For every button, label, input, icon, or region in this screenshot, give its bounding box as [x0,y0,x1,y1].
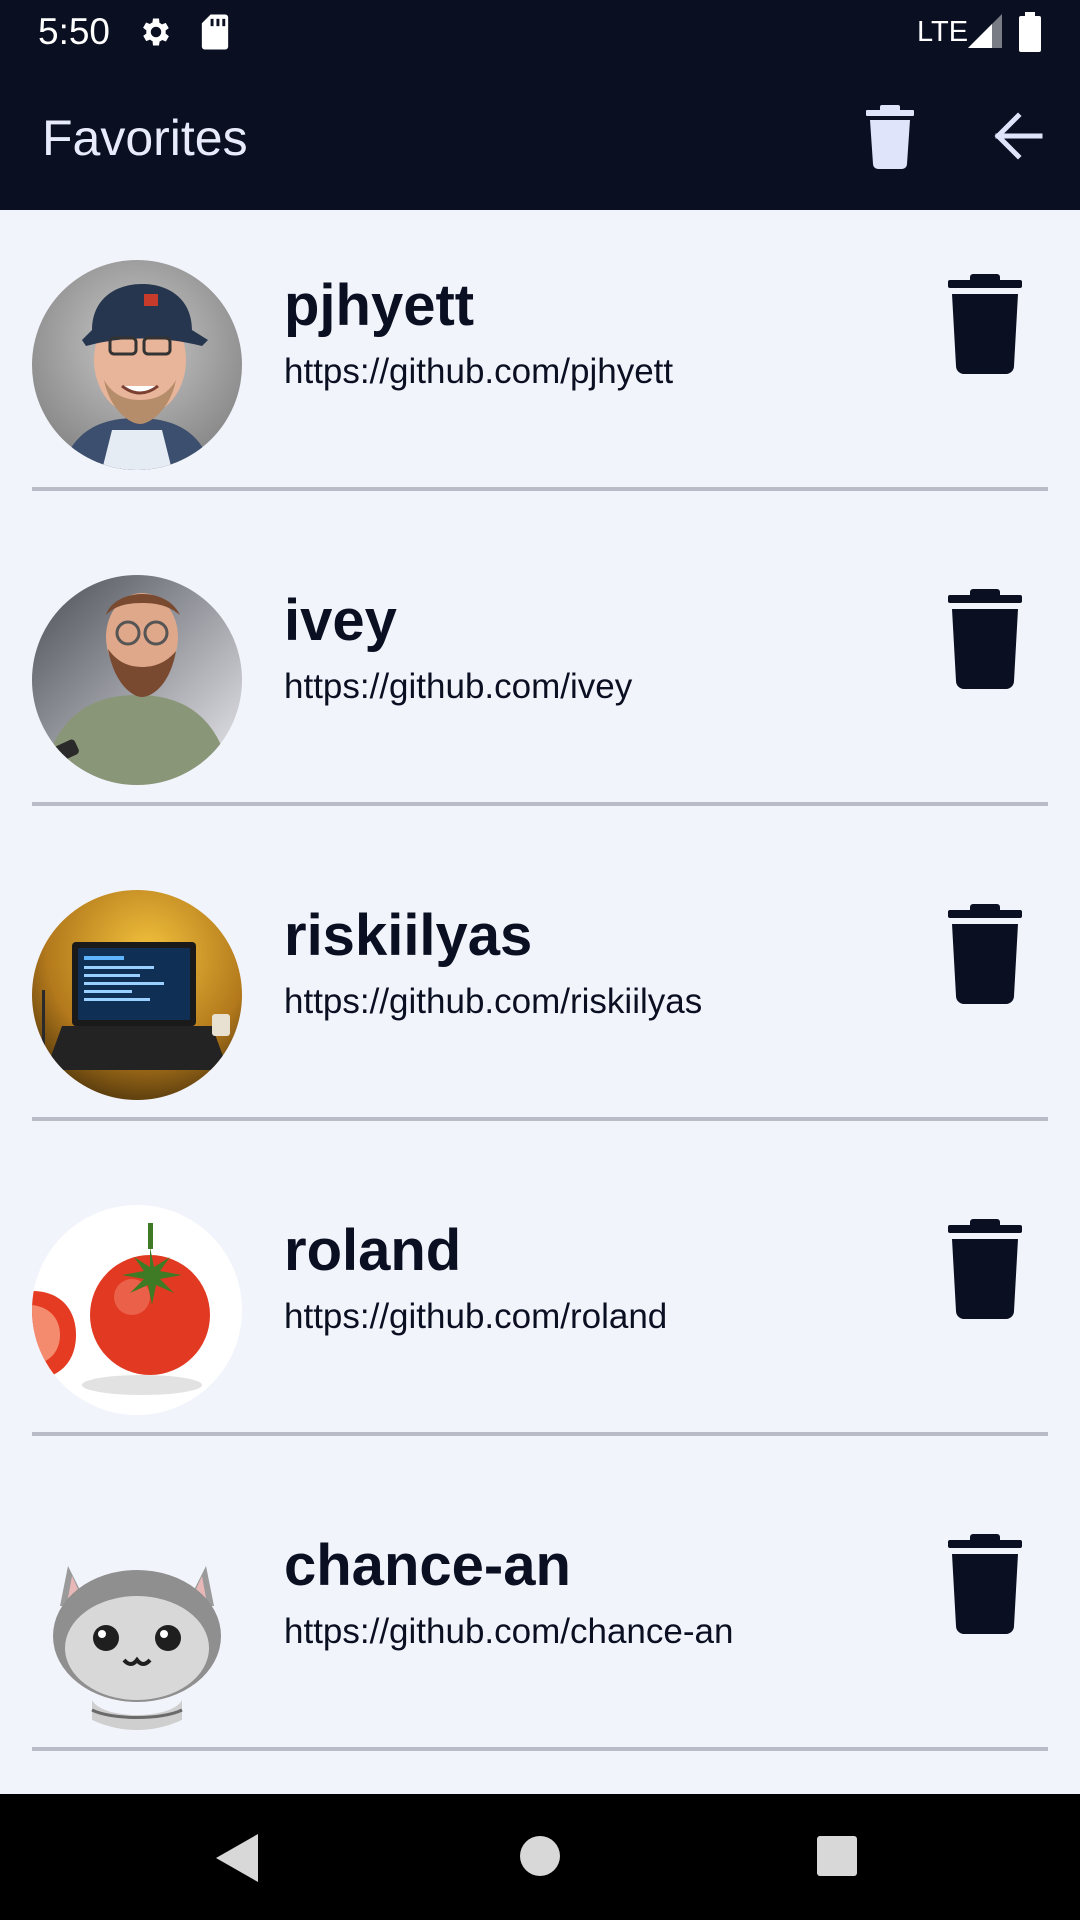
nav-back-icon[interactable] [214,1832,260,1884]
favorite-url[interactable]: https://github.com/roland [284,1295,667,1339]
signal-icon [968,14,1002,48]
nav-recents-icon[interactable] [816,1835,858,1877]
list-item[interactable]: roland https://github.com/roland [0,1155,1080,1470]
favorite-username: pjhyett [284,273,475,338]
divider [32,802,1048,806]
page-title: Favorites [42,110,248,166]
favorite-url[interactable]: https://github.com/ivey [284,665,632,709]
status-bar: 5:50 LTE [0,0,1080,64]
delete-favorite-button[interactable] [946,1219,1024,1319]
list-item[interactable]: riskiilyas https://github.com/riskiilyas [0,840,1080,1155]
back-button[interactable] [988,106,1048,166]
favorite-url[interactable]: https://github.com/chance-an [284,1610,733,1654]
favorites-list: pjhyett https://github.com/pjhyett ivey … [0,210,1080,1785]
divider [32,1432,1048,1436]
divider [32,487,1048,491]
avatar [32,260,242,470]
trash-icon [948,1534,1022,1634]
favorite-username: riskiilyas [284,903,533,968]
favorite-url[interactable]: https://github.com/pjhyett [284,350,673,394]
system-nav-bar [0,1794,1080,1920]
trash-icon [948,904,1022,1004]
battery-icon [1019,12,1041,52]
favorite-username: chance-an [284,1533,571,1598]
list-item[interactable]: chance-an https://github.com/chance-an [0,1470,1080,1785]
trash-icon [866,105,914,169]
nav-home-icon[interactable] [518,1834,562,1878]
divider [32,1117,1048,1121]
network-type-label: LTE [917,16,969,48]
favorite-username: ivey [284,588,397,653]
trash-icon [948,589,1022,689]
status-time: 5:50 [38,11,111,52]
divider [32,1747,1048,1751]
favorites-screen: 5:50 LTE Favorites pjhyett https://githu… [0,0,1080,1920]
sd-card-icon [201,14,229,50]
favorite-url[interactable]: https://github.com/riskiilyas [284,980,702,1024]
avatar [32,890,242,1100]
delete-favorite-button[interactable] [946,904,1024,1004]
trash-icon [948,274,1022,374]
app-bar: Favorites [0,64,1080,210]
delete-favorite-button[interactable] [946,274,1024,374]
list-item[interactable]: ivey https://github.com/ivey [0,525,1080,840]
list-item[interactable]: pjhyett https://github.com/pjhyett [0,210,1080,525]
delete-favorite-button[interactable] [946,1534,1024,1634]
arrow-left-icon [994,112,1043,160]
trash-icon [948,1219,1022,1319]
avatar [32,1520,242,1730]
avatar [32,1205,242,1415]
delete-all-button[interactable] [862,104,918,170]
avatar [32,575,242,785]
delete-favorite-button[interactable] [946,589,1024,689]
gear-icon [143,18,169,46]
favorite-username: roland [284,1218,462,1283]
